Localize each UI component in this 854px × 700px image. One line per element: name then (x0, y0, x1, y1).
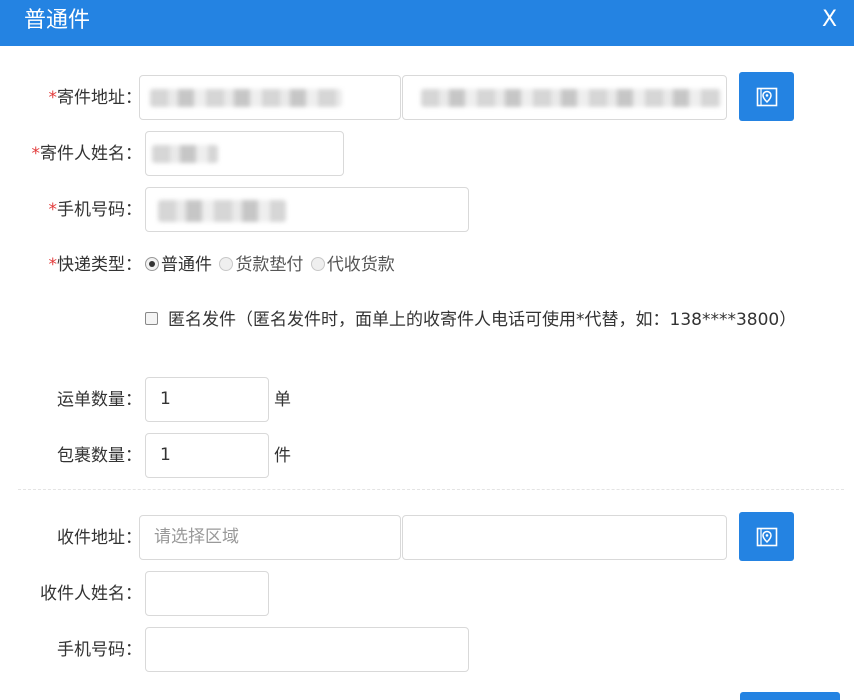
radio-cod-advance[interactable] (219, 256, 234, 271)
sender-phone-field[interactable] (145, 187, 469, 232)
radio-collect-payment[interactable] (310, 256, 325, 271)
dialog-titlebar: 普通件 X (0, 0, 854, 46)
required-mark: * (48, 200, 58, 220)
express-type-label: *快递类型： (48, 255, 143, 275)
receiver-address-detail-field[interactable] (402, 515, 727, 560)
redacted-text (421, 89, 721, 107)
sender-name-field[interactable] (145, 131, 344, 176)
required-mark: * (31, 144, 41, 164)
parcel-count-label: 包裹数量： (57, 446, 142, 466)
receiver-address-label: 收件地址： (57, 528, 142, 548)
required-mark: * (48, 88, 58, 108)
map-pin-icon (756, 527, 777, 546)
anonymous-label[interactable]: 匿名发件（匿名发件时，面单上的收寄件人电话可使用*代替，如：138****380… (168, 310, 796, 330)
radio-normal-label[interactable]: 普通件 (161, 255, 212, 275)
required-mark: * (48, 255, 58, 275)
anonymous-row: 匿名发件（匿名发件时，面单上的收寄件人电话可使用*代替，如：138****380… (145, 308, 796, 332)
receiver-name-label: 收件人姓名： (40, 584, 142, 604)
sender-phone-label: *手机号码： (48, 200, 143, 220)
receiver-phone-label: 手机号码： (57, 640, 142, 660)
sender-region-field[interactable] (139, 75, 401, 120)
receiver-name-field[interactable] (145, 571, 269, 616)
radio-collect-payment-label[interactable]: 代收货款 (327, 255, 395, 275)
redacted-text (150, 89, 342, 107)
waybill-count-label: 运单数量： (57, 390, 142, 410)
sender-address-label: *寄件地址： (48, 88, 143, 108)
parcel-count-input[interactable]: 1 (145, 433, 269, 478)
radio-cod-advance-label[interactable]: 货款垫付 (235, 255, 303, 275)
receiver-map-button[interactable] (739, 512, 794, 561)
receiver-phone-field[interactable] (145, 627, 469, 672)
redacted-text (158, 200, 286, 222)
anonymous-checkbox[interactable] (145, 312, 158, 325)
section-divider (18, 489, 844, 490)
sender-map-button[interactable] (739, 72, 794, 121)
receiver-region-field[interactable]: 请选择区域 (139, 515, 401, 560)
dialog-title: 普通件 (24, 8, 91, 33)
parcel-unit: 件 (274, 446, 291, 466)
sender-name-label: *寄件人姓名： (31, 144, 143, 164)
sender-address-detail-field[interactable] (402, 75, 727, 120)
radio-normal[interactable] (145, 256, 159, 271)
map-pin-icon (756, 87, 777, 106)
submit-button[interactable] (740, 692, 840, 700)
close-button[interactable]: X (822, 5, 837, 35)
express-type-radio-group: 普通件 货款垫付 代收货款 (145, 253, 397, 277)
redacted-text (152, 145, 218, 163)
waybill-unit: 单 (274, 390, 291, 410)
waybill-count-input[interactable]: 1 (145, 377, 269, 422)
